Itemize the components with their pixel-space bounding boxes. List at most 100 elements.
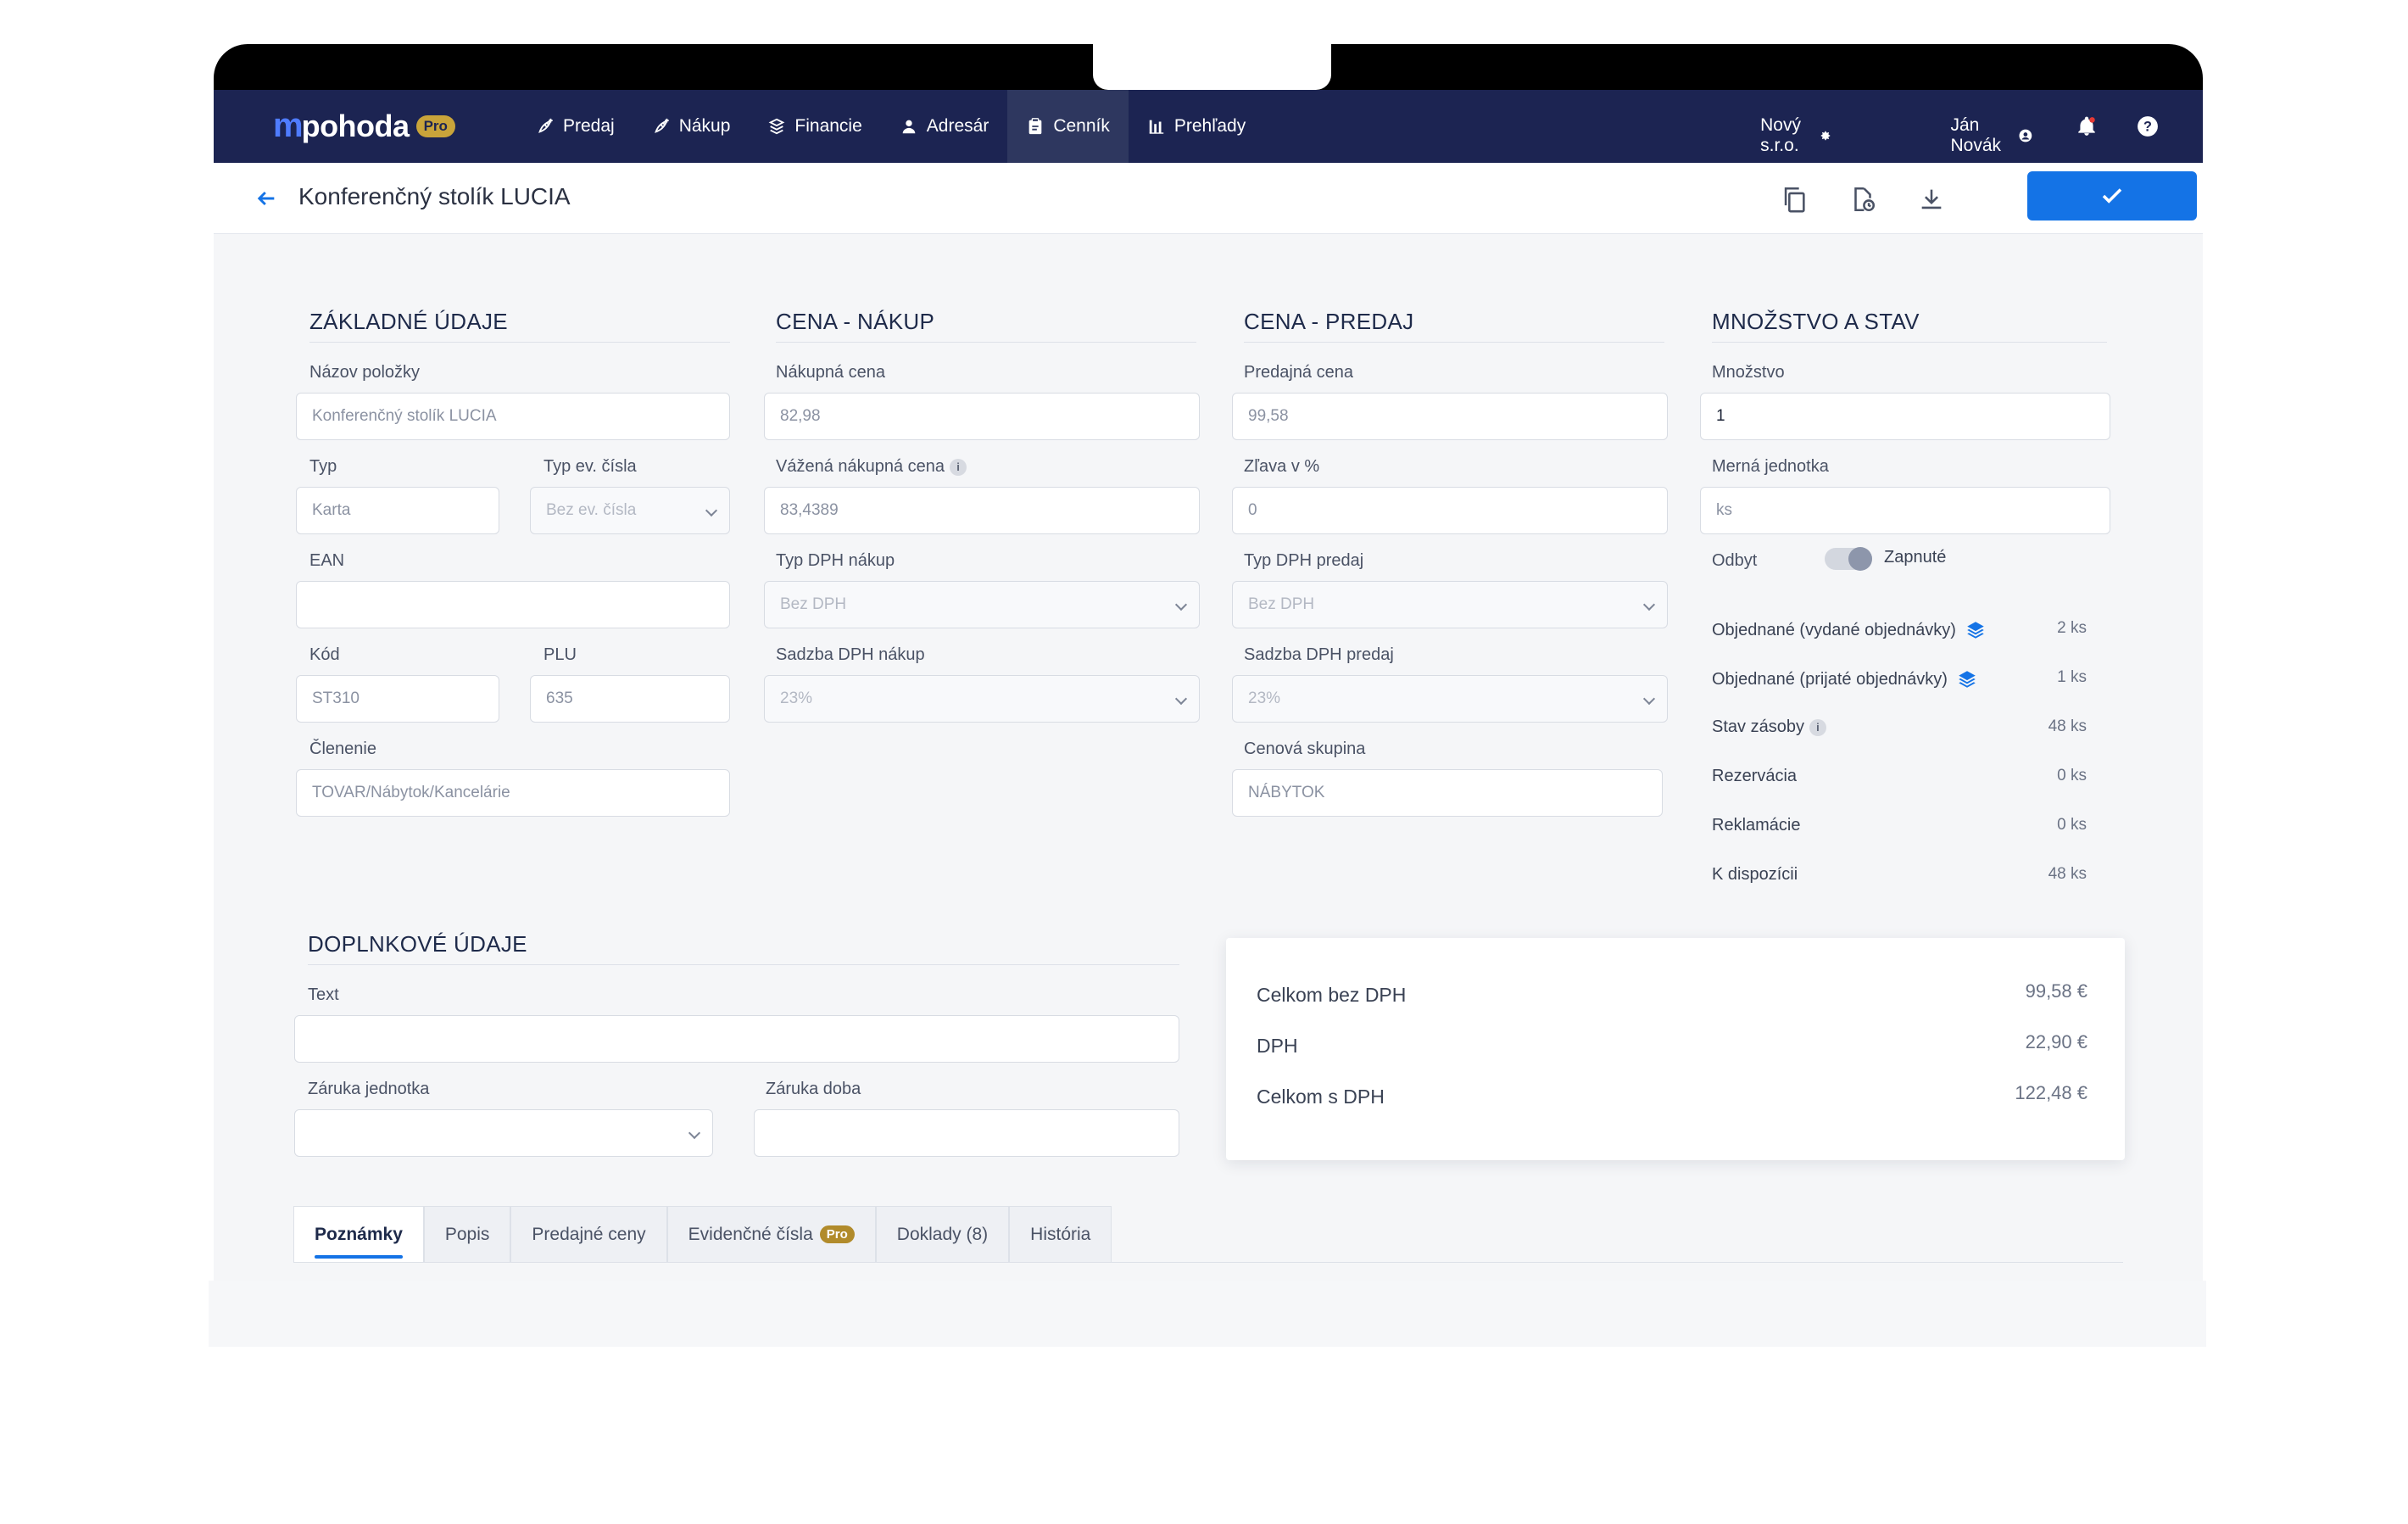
- company-selector[interactable]: Nový s.r.o.: [1760, 115, 1831, 156]
- tab-historia[interactable]: História: [1009, 1206, 1112, 1262]
- section-title-sale: CENA - PREDAJ: [1244, 309, 1664, 343]
- tab-doklady[interactable]: Doklady (8): [875, 1206, 1010, 1262]
- nav-item-financie[interactable]: Financie: [749, 90, 880, 163]
- nav-item-label: Predaj: [563, 116, 615, 136]
- user-menu[interactable]: Ján Novák: [1950, 115, 2033, 156]
- tabs-divider: [293, 1262, 2123, 1263]
- label-evidence-type: Typ ev. čísla: [543, 457, 637, 476]
- sale-toggle-state: Zapnuté: [1884, 548, 1947, 567]
- logo-text: pohoda: [301, 108, 410, 143]
- label-type: Typ: [309, 457, 337, 476]
- confirm-button[interactable]: [2027, 171, 2197, 221]
- stat-value: 0 ks: [2057, 767, 2087, 784]
- label-sale-vat-type: Typ DPH predaj: [1244, 551, 1364, 570]
- sale-toggle[interactable]: [1825, 547, 1872, 571]
- tab-popis[interactable]: Popis: [423, 1206, 511, 1262]
- info-icon[interactable]: i: [950, 458, 967, 476]
- stat-label: Objednané (prijaté objednávky): [1712, 669, 1948, 689]
- discount-input[interactable]: 0: [1232, 487, 1668, 534]
- nav-item-nakup[interactable]: Nákup: [633, 90, 750, 163]
- summary-label: Celkom bez DPH: [1257, 984, 1407, 1006]
- clipboard-icon: [1028, 118, 1042, 135]
- sale-vat-rate-select[interactable]: 23%: [1232, 675, 1668, 723]
- section-title-extra: DOPLNKOVÉ ÚDAJE: [308, 931, 1179, 965]
- pro-badge: Pro: [415, 114, 455, 137]
- nav-item-prehlady[interactable]: Prehľady: [1129, 90, 1264, 163]
- summary-value: 22,90 €: [2025, 1031, 2087, 1052]
- plu-input[interactable]: 635: [530, 675, 730, 723]
- tab-poznamky[interactable]: Poznámky: [293, 1206, 424, 1262]
- account-circle-icon: [2019, 129, 2032, 142]
- summary-value: 122,48 €: [2015, 1082, 2087, 1103]
- stat-value: 48 ks: [2048, 865, 2087, 883]
- unit-input[interactable]: ks: [1700, 487, 2110, 534]
- copy-icon[interactable]: [1780, 185, 1809, 214]
- logo[interactable]: m pohoda Pro: [273, 107, 455, 145]
- stat-value: 48 ks: [2048, 717, 2087, 735]
- stat-ordered-issued: Objednané (vydané objednávky): [1712, 619, 1987, 641]
- label-code: Kód: [309, 645, 340, 664]
- label-item-name: Názov položky: [309, 363, 421, 382]
- nav-item-label: Prehľady: [1173, 116, 1246, 136]
- info-icon[interactable]: i: [1809, 718, 1826, 736]
- weighted-price-input[interactable]: 83,4389: [764, 487, 1200, 534]
- label-quantity: Množstvo: [1712, 363, 1785, 382]
- sale-price-input[interactable]: 99,58: [1232, 393, 1668, 440]
- type-input[interactable]: Karta: [296, 487, 499, 534]
- nav-item-cennik[interactable]: Cenník: [1007, 90, 1129, 163]
- warranty-period-input[interactable]: [754, 1109, 1179, 1157]
- layers-icon[interactable]: [1965, 619, 1987, 641]
- nav-item-label: Adresár: [926, 116, 989, 136]
- quantity-input[interactable]: 1: [1700, 393, 2110, 440]
- stat-available: K dispozícii: [1712, 865, 1798, 885]
- label-price-group: Cenová skupina: [1244, 740, 1366, 758]
- label-sale-vat-rate: Sadzba DPH predaj: [1244, 645, 1394, 664]
- tab-predajne-ceny[interactable]: Predajné ceny: [510, 1206, 667, 1262]
- label-discount: Zľava v %: [1244, 457, 1320, 476]
- layers-icon[interactable]: [1956, 668, 1978, 690]
- help-button[interactable]: ?: [2137, 115, 2159, 142]
- stat-label: Stav zásoby: [1712, 717, 1804, 736]
- stat-value: 1 ks: [2057, 668, 2087, 686]
- evidence-type-select[interactable]: Bez ev. čísla: [530, 487, 730, 534]
- device-bottom: [209, 1281, 2206, 1347]
- category-input[interactable]: TOVAR/Nábytok/Kancelárie: [296, 769, 730, 817]
- sale-vat-type-select[interactable]: Bez DPH: [1232, 581, 1668, 628]
- purchase-vat-type-select[interactable]: Bez DPH: [764, 581, 1200, 628]
- summary-value: 99,58 €: [2025, 980, 2087, 1002]
- nav-item-label: Financie: [794, 116, 862, 136]
- user-name: Ján Novák: [1950, 115, 2002, 155]
- label-warranty-unit: Záruka jednotka: [308, 1080, 430, 1098]
- purchase-vat-rate-select[interactable]: 23%: [764, 675, 1200, 723]
- nav-item-predaj[interactable]: Predaj: [517, 90, 633, 163]
- back-arrow-icon[interactable]: [254, 187, 278, 210]
- detail-tabs: Poznámky Popis Predajné ceny Evidenčné č…: [293, 1206, 1112, 1262]
- gear-icon: [1820, 131, 1831, 141]
- download-icon[interactable]: [1917, 185, 1946, 214]
- price-group-input[interactable]: NÁBYTOK: [1232, 769, 1663, 817]
- user-icon: [902, 120, 916, 134]
- item-name-input[interactable]: Konferenčný stolík LUCIA: [296, 393, 730, 440]
- section-title-purchase: CENA - NÁKUP: [776, 309, 1196, 343]
- title-bar: Konferenčný stolík LUCIA: [214, 163, 2203, 234]
- price-summary-card: Celkom bez DPH 99,58 € DPH 22,90 € Celko…: [1226, 938, 2125, 1160]
- text-input[interactable]: [294, 1015, 1179, 1063]
- nav-item-adresar[interactable]: Adresár: [881, 90, 1008, 163]
- code-input[interactable]: ST310: [296, 675, 499, 723]
- tab-evidencne-cisla[interactable]: Evidenčné čísla Pro: [666, 1206, 876, 1262]
- section-title-basic: ZÁKLADNÉ ÚDAJE: [309, 309, 730, 343]
- notifications-button[interactable]: [2076, 115, 2098, 142]
- stat-reservation: Rezervácia: [1712, 767, 1797, 786]
- document-settings-icon[interactable]: [1848, 185, 1877, 214]
- label-purchase-vat-rate: Sadzba DPH nákup: [776, 645, 925, 664]
- section-title-stock: MNOŽSTVO A STAV: [1712, 309, 2107, 343]
- summary-label: DPH: [1257, 1035, 1298, 1057]
- label-category: Členenie: [309, 740, 376, 758]
- warranty-unit-select[interactable]: [294, 1109, 713, 1157]
- ean-input[interactable]: [296, 581, 730, 628]
- logo-mark: m: [273, 107, 304, 144]
- label-weighted-price: Vážená nákupná cena i: [776, 457, 967, 477]
- purchase-price-input[interactable]: 82,98: [764, 393, 1200, 440]
- stat-value: 0 ks: [2057, 816, 2087, 834]
- coins-icon: [769, 118, 785, 135]
